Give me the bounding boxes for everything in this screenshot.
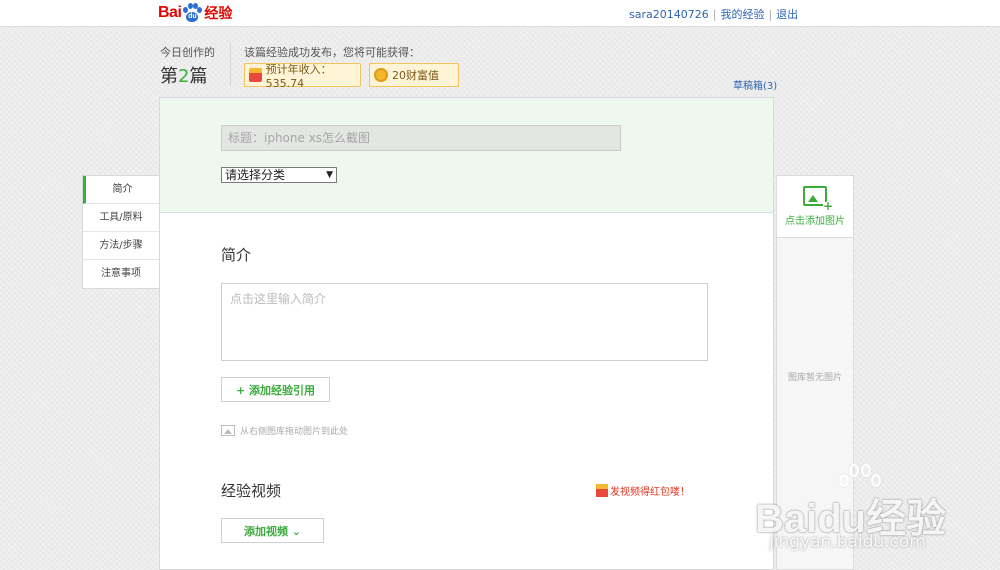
drafts-link[interactable]: 草稿箱(3) — [733, 77, 777, 92]
video-promo-text: 发视频得红包喽！ — [610, 487, 690, 498]
wealth-label: 20财富值 — [392, 69, 439, 82]
red-envelope-icon — [249, 68, 262, 82]
nav-item-intro[interactable]: 简介 — [83, 176, 159, 204]
category-value: 请选择分类 — [225, 168, 286, 182]
income-label: 预计年收入：535.74 — [265, 62, 332, 90]
today-number: 2 — [178, 66, 190, 87]
income-badge: 预计年收入：535.74 — [244, 62, 361, 90]
logout-link[interactable]: 退出 — [776, 8, 798, 21]
editor-card: 标题：iphone xs怎么截图 请选择分类 ▼ 简介 点击这里输入简介 + 添… — [159, 97, 774, 570]
add-reference-button[interactable]: + 添加经验引用 — [221, 377, 330, 402]
drag-hint-text: 从右侧图库拖动图片到此处 — [240, 427, 349, 437]
title-section: 标题：iphone xs怎么截图 请选择分类 ▼ — [160, 98, 773, 213]
my-experience-link[interactable]: 我的经验 — [720, 8, 764, 21]
today-count: 第2篇 — [160, 62, 207, 88]
add-image-icon — [803, 186, 833, 212]
paw-icon: du — [182, 3, 203, 23]
red-envelope-icon — [596, 484, 608, 497]
user-links: sara20140726 | 我的经验 | 退出 — [629, 6, 798, 22]
add-image-label: 点击添加图片 — [785, 216, 845, 227]
image-gallery-panel: 点击添加图片 图库暂无图片 — [776, 175, 854, 570]
today-prefix: 第 — [160, 66, 178, 87]
dropdown-arrow-icon: ▼ — [326, 170, 333, 180]
header-divider — [230, 44, 231, 86]
nav-item-steps[interactable]: 方法/步骤 — [83, 232, 159, 260]
image-icon — [221, 425, 235, 436]
wealth-badge: 20财富值 — [369, 63, 459, 87]
today-suffix: 篇 — [189, 66, 208, 87]
username-link[interactable]: sara20140726 — [629, 8, 709, 21]
logo-text-jingyan: 经验 — [204, 6, 233, 22]
nav-item-notes[interactable]: 注意事项 — [83, 260, 159, 288]
video-heading: 经验视频 — [221, 482, 282, 500]
baidu-jingyan-logo[interactable]: Bai du 经验 — [158, 2, 232, 24]
top-bar: Bai du 经验 sara20140726 | 我的经验 | 退出 — [0, 0, 1000, 27]
divider: | — [712, 8, 717, 21]
today-created-label: 今日创作的 — [160, 46, 215, 59]
divider: | — [768, 8, 773, 21]
nav-item-tools[interactable]: 工具/原料 — [83, 204, 159, 232]
video-promo-link[interactable]: 发视频得红包喽！ — [596, 483, 690, 498]
gallery-empty-text: 图库暂无图片 — [787, 373, 842, 383]
publish-reward-hint: 该篇经验成功发布，您将可能获得： — [244, 46, 420, 59]
category-select[interactable]: 请选择分类 ▼ — [221, 167, 337, 183]
coin-icon — [374, 68, 388, 82]
add-image-button[interactable]: 点击添加图片 — [777, 176, 853, 238]
add-video-button[interactable]: 添加视频 ⌄ — [221, 518, 324, 543]
drag-image-hint: 从右侧图库拖动图片到此处 — [221, 424, 348, 437]
intro-heading: 简介 — [221, 246, 252, 264]
logo-text-du: du — [188, 13, 197, 20]
title-input[interactable]: 标题：iphone xs怎么截图 — [221, 125, 621, 151]
intro-textarea[interactable]: 点击这里输入简介 — [221, 283, 708, 361]
logo-text-bai: Bai — [158, 4, 182, 21]
section-nav: 简介 工具/原料 方法/步骤 注意事项 — [82, 175, 159, 289]
